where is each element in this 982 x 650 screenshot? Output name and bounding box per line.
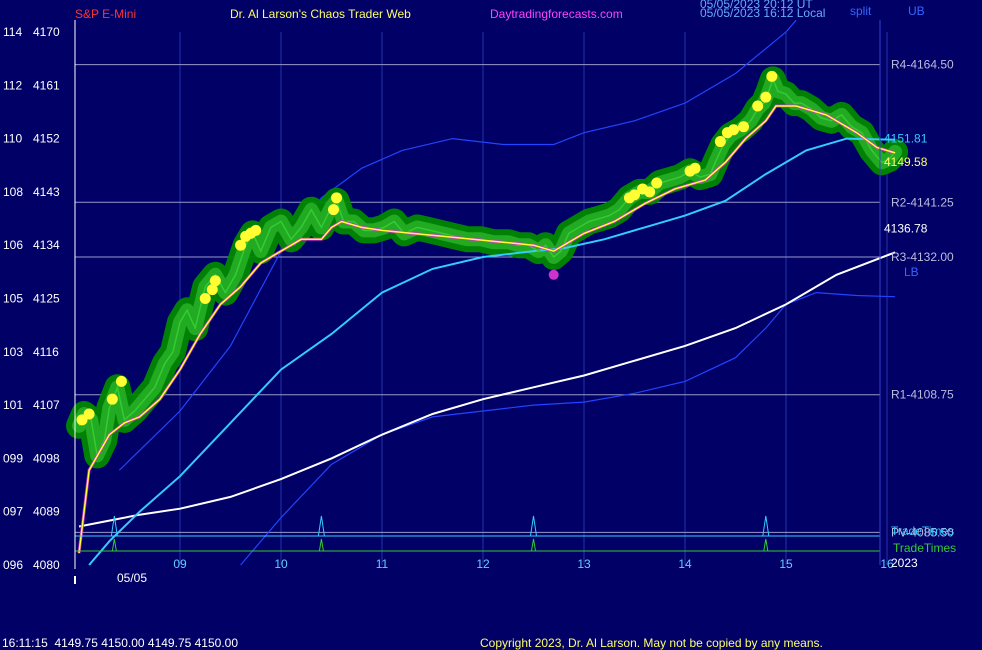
y-tick-label: 4116 [33,345,59,359]
pivot-level-label: R1-4108.75 [891,388,954,402]
corner-label: split [850,4,872,18]
y-tick-label: 4098 [33,451,60,465]
yellow-marker [689,162,701,174]
y-tick-label: 4152 [33,132,60,146]
yellow-marker [328,204,340,216]
chart: 09 10 11 12 13 14 15 1605/052023114 4170112 41611… [0,0,982,650]
yellow-marker [199,293,211,304]
tradetimes-green-label: TradeTimes [893,541,956,555]
value-label-cyan: 4151.81 [884,132,928,146]
y-tick-left-label: 108 [3,185,23,199]
y-tick-label: 4143 [33,185,60,199]
y-tick-left-label: 114 [3,25,22,39]
y-tick-left-label: 096 [3,558,23,572]
x-year-label: 2023 [891,556,918,570]
yellow-marker [766,70,778,82]
author-title: Dr. Al Larson's Chaos Trader Web [230,7,411,21]
site-link[interactable]: Daytradingforecasts.com [490,7,623,21]
yellow-marker [209,275,221,287]
y-tick-label: 4170 [33,25,60,39]
y-tick-left-label: 099 [3,451,23,465]
yellow-marker [651,177,663,189]
yellow-marker [752,100,764,112]
yellow-marker [738,121,750,133]
y-tick-label: 4134 [33,238,60,252]
x-tick-label: 15 [779,557,793,571]
yellow-marker [83,408,95,420]
value-label-price: 4149.58 [884,155,928,169]
pivot-level-label: R3-4132.00 [891,250,954,264]
y-tick-left-label: 110 [3,132,22,146]
yellow-marker [727,124,739,136]
y-tick-left-label: 103 [3,345,23,359]
copyright: Copyright 2023, Dr. Al Larson. May not b… [480,636,823,650]
yellow-marker [644,186,656,198]
pivot-level-label: R2-4141.25 [891,195,954,209]
y-tick-label: 4080 [33,558,60,572]
y-tick-label: 4089 [33,505,60,519]
symbol-title: S&P E-Mini [75,7,136,21]
timestamp-local: 05/05/2023 16:12 Local [700,6,825,20]
y-tick-left-label: 097 [3,505,23,519]
y-tick-label: 4107 [33,398,60,412]
y-tick-left-label: 112 [3,78,22,92]
x-tick-label: 12 [476,557,490,571]
yellow-marker [714,136,726,148]
yellow-marker [106,393,118,405]
value-label-white: 4136.78 [884,222,928,236]
lower-band-label: LB [904,265,919,279]
magenta-marker [548,269,559,280]
y-tick-left-label: 106 [3,238,23,252]
y-tick-label: 4161 [33,78,60,92]
yellow-marker [115,375,127,387]
y-tick-left-label: 105 [3,292,23,306]
x-tick-label: 10 [274,557,288,571]
x-tick-label: 09 [173,557,187,571]
x-tick-label: 11 [376,557,389,571]
quote-readout: 16:11:15 4149.75 4150.00 4149.75 4150.00 [2,636,238,650]
chart-background [0,0,982,650]
y-tick-left-label: 101 [3,398,23,412]
corner-tag: UB [908,4,925,18]
yellow-marker [760,91,772,103]
pivot-level-label: R4-4164.50 [891,58,954,72]
x-tick-label: 14 [678,557,692,571]
yellow-marker [250,224,262,236]
x-tick-label: 13 [577,557,591,571]
y-tick-label: 4125 [33,292,60,306]
x-date-label: 05/05 [117,571,147,585]
yellow-marker [331,192,343,204]
tradetimes-cyan-label: TradeTimes [891,524,954,538]
